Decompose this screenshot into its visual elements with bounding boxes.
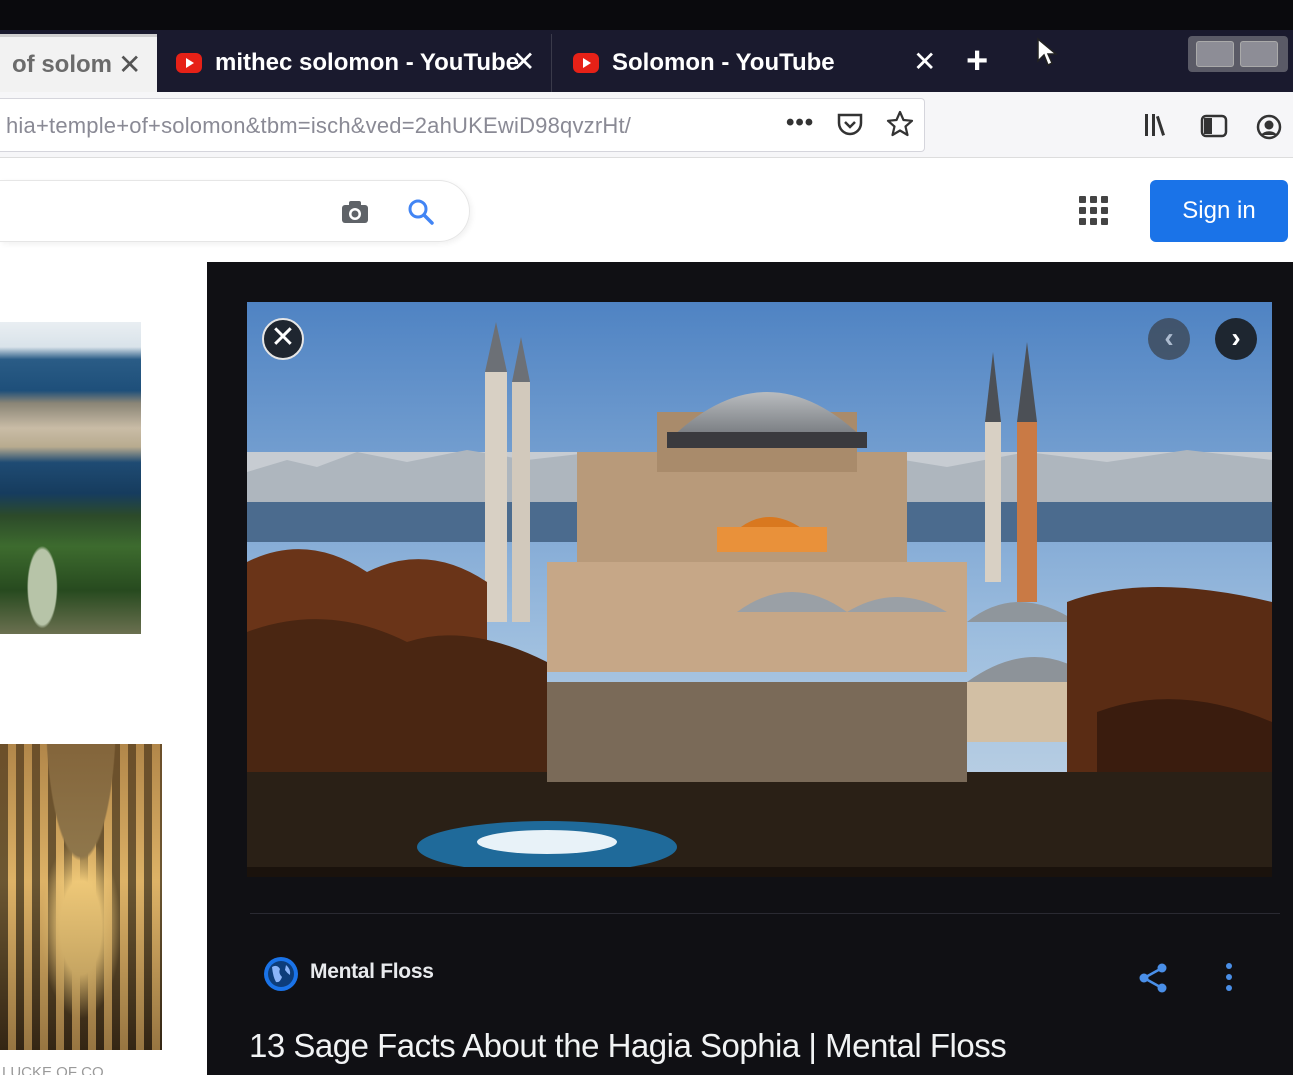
search-icon[interactable]: [407, 198, 435, 231]
sign-in-button[interactable]: Sign in: [1150, 180, 1288, 242]
more-options-icon[interactable]: [1224, 962, 1234, 997]
close-preview-button[interactable]: ✕: [262, 318, 304, 360]
tab-youtube-mithec-solomon[interactable]: mithec solomon - YouTube ✕: [160, 34, 552, 92]
globe-icon: [262, 955, 300, 998]
page-actions-icon[interactable]: •••: [786, 109, 814, 137]
tab-google-images[interactable]: of solomo ✕: [0, 34, 157, 92]
account-icon[interactable]: [1256, 114, 1282, 145]
url-text[interactable]: hia+temple+of+solomon&tbm=isch&ved=2ahUK…: [6, 113, 726, 139]
url-bar[interactable]: hia+temple+of+solomon&tbm=isch&ved=2ahUK…: [0, 98, 925, 152]
share-icon[interactable]: [1138, 962, 1168, 999]
tab-close-icon[interactable]: ✕: [118, 51, 141, 79]
bookmark-star-icon[interactable]: [885, 109, 915, 144]
tab-title: mithec solomon - YouTube: [215, 49, 520, 76]
image-result-thumbnail[interactable]: [0, 322, 141, 634]
result-title[interactable]: 13 Sage Facts About the Hagia Sophia | M…: [249, 1027, 1007, 1065]
preview-image-hagia-sophia[interactable]: [247, 302, 1272, 877]
google-header: Sign in: [0, 158, 1293, 262]
restore-button[interactable]: [1240, 41, 1278, 67]
mouse-cursor-icon: [1036, 37, 1059, 72]
tab-youtube-solomon[interactable]: Solomon - YouTube ✕: [557, 34, 952, 92]
next-image-button[interactable]: ›: [1215, 318, 1257, 360]
window-controls: [1188, 36, 1288, 72]
navigation-bar: hia+temple+of+solomon&tbm=isch&ved=2ahUK…: [0, 92, 1293, 158]
sidebar-icon[interactable]: [1200, 114, 1228, 143]
tab-close-icon[interactable]: ✕: [913, 48, 936, 76]
tab-close-icon[interactable]: ✕: [512, 48, 535, 76]
youtube-icon: [573, 53, 599, 73]
tab-title: of solomo: [12, 50, 112, 78]
previous-image-button[interactable]: ‹: [1148, 318, 1190, 360]
minimize-button[interactable]: [1196, 41, 1234, 67]
image-results-column: LUCKE OF CO: [0, 262, 207, 1075]
library-icon[interactable]: [1143, 112, 1173, 143]
youtube-icon: [176, 53, 202, 73]
source-site-name[interactable]: Mental Floss: [310, 960, 434, 984]
camera-icon[interactable]: [340, 199, 370, 230]
image-result-thumbnail[interactable]: [0, 744, 162, 1050]
search-input[interactable]: [0, 180, 470, 242]
screen-bezel: [0, 0, 1293, 30]
tab-title: Solomon - YouTube: [612, 49, 835, 76]
result-caption: LUCKE OF CO: [2, 1064, 104, 1075]
image-preview-panel: ✕ ‹ › Mental Floss 13 Sage Facts About t…: [207, 262, 1293, 1075]
tab-strip: of solomo ✕ mithec solomon - YouTube ✕ S…: [0, 30, 1293, 92]
divider: [250, 913, 1280, 914]
new-tab-button[interactable]: +: [966, 42, 988, 80]
pocket-icon[interactable]: [836, 112, 864, 143]
apps-grid-icon[interactable]: [1079, 196, 1108, 225]
